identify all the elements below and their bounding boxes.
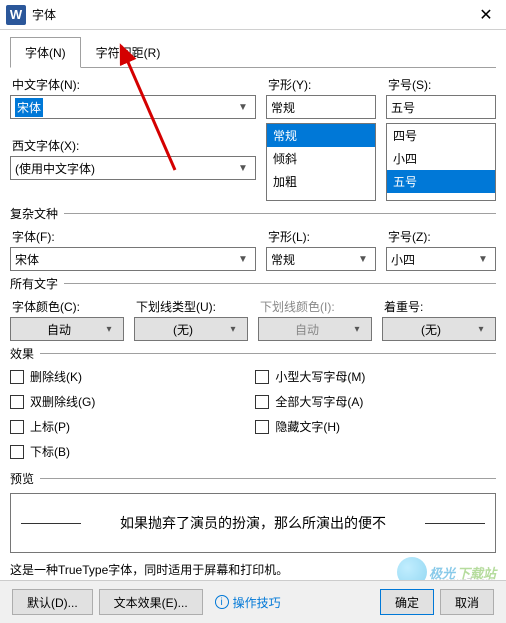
chevron-down-icon: ▾ xyxy=(473,324,489,335)
checkbox-smallcaps[interactable]: 小型大写字母(M) xyxy=(255,368,365,385)
checkbox-box xyxy=(255,395,269,409)
cancel-button[interactable]: 取消 xyxy=(440,589,494,615)
window-title: 字体 xyxy=(32,6,466,23)
chinese-font-combo[interactable]: 宋体 ▼ xyxy=(10,95,256,119)
list-item[interactable]: 倾斜 xyxy=(267,147,375,170)
western-font-label: 西文字体(X): xyxy=(12,137,256,154)
complex-style-value: 常规 xyxy=(271,251,295,268)
checkbox-box xyxy=(10,370,24,384)
preview-box: 如果抛弃了演员的扮演，那么所演出的便不 xyxy=(10,493,496,553)
western-font-combo[interactable]: (使用中文字体) ▼ xyxy=(10,156,256,180)
western-font-value: (使用中文字体) xyxy=(15,160,95,177)
style-label: 字形(Y): xyxy=(268,76,376,93)
chevron-down-icon: ▼ xyxy=(235,163,251,174)
style-input[interactable]: 常规 xyxy=(266,95,376,119)
checkbox-label: 双删除线(G) xyxy=(30,393,95,410)
chevron-down-icon: ▼ xyxy=(235,254,251,265)
font-color-label: 字体颜色(C): xyxy=(12,298,124,315)
text-effects-button[interactable]: 文本效果(E)... xyxy=(99,589,203,615)
checkbox-label: 下标(B) xyxy=(30,443,70,460)
complex-style-label: 字形(L): xyxy=(268,228,376,245)
list-item[interactable]: 五号 xyxy=(387,170,495,193)
checkbox-strike[interactable]: 删除线(K) xyxy=(10,368,95,385)
list-item[interactable]: 小四 xyxy=(387,147,495,170)
checkbox-dblstrike[interactable]: 双删除线(G) xyxy=(10,393,95,410)
underline-type-label: 下划线类型(U): xyxy=(136,298,248,315)
chevron-down-icon: ▾ xyxy=(101,324,117,335)
size-value: 五号 xyxy=(391,99,415,116)
complex-size-combo[interactable]: 小四 ▼ xyxy=(386,247,496,271)
complex-legend: 复杂文种 xyxy=(10,205,58,222)
chinese-font-value: 宋体 xyxy=(15,98,43,117)
checkbox-sub[interactable]: 下标(B) xyxy=(10,443,95,460)
complex-font-value: 宋体 xyxy=(15,251,39,268)
tab-font[interactable]: 字体(N) xyxy=(10,37,81,68)
underline-color-label: 下划线颜色(I): xyxy=(260,298,372,315)
checkbox-box xyxy=(255,420,269,434)
preview-text: 如果抛弃了演员的扮演，那么所演出的便不 xyxy=(120,513,386,533)
app-icon: W xyxy=(6,5,26,25)
emphasis-label: 着重号: xyxy=(384,298,496,315)
checkbox-label: 全部大写字母(A) xyxy=(275,393,363,410)
checkbox-label: 上标(P) xyxy=(30,418,70,435)
effects-legend: 效果 xyxy=(10,345,34,362)
checkbox-box xyxy=(10,395,24,409)
size-input[interactable]: 五号 xyxy=(386,95,496,119)
default-button[interactable]: 默认(D)... xyxy=(12,589,93,615)
complex-size-label: 字号(Z): xyxy=(388,228,496,245)
tab-bar: 字体(N) 字符间距(R) xyxy=(10,36,496,68)
all-text-legend: 所有文字 xyxy=(10,275,58,292)
checkbox-box xyxy=(10,420,24,434)
checkbox-hidden[interactable]: 隐藏文字(H) xyxy=(255,418,365,435)
font-color-dropdown[interactable]: 自动 ▾ xyxy=(10,317,124,341)
size-listbox[interactable]: 四号 小四 五号 xyxy=(386,123,496,201)
complex-font-label: 字体(F): xyxy=(12,228,256,245)
preview-legend: 预览 xyxy=(10,470,34,487)
underline-type-dropdown[interactable]: (无) ▾ xyxy=(134,317,248,341)
font-description: 这是一种TrueType字体，同时适用于屏幕和打印机。 xyxy=(10,561,496,578)
list-item[interactable]: 四号 xyxy=(387,124,495,147)
checkbox-label: 删除线(K) xyxy=(30,368,82,385)
chevron-down-icon: ▼ xyxy=(475,254,491,265)
list-item[interactable]: 加粗 xyxy=(267,170,375,193)
underline-color-dropdown: 自动 ▾ xyxy=(258,317,372,341)
checkbox-label: 隐藏文字(H) xyxy=(275,418,340,435)
style-value: 常规 xyxy=(271,99,295,116)
tips-label: 操作技巧 xyxy=(233,594,281,611)
chevron-down-icon: ▾ xyxy=(349,324,365,335)
font-color-value: 自动 xyxy=(17,321,101,338)
chevron-down-icon: ▾ xyxy=(225,324,241,335)
checkbox-super[interactable]: 上标(P) xyxy=(10,418,95,435)
checkbox-allcaps[interactable]: 全部大写字母(A) xyxy=(255,393,365,410)
info-icon: i xyxy=(215,595,229,609)
style-listbox[interactable]: 常规 倾斜 加粗 xyxy=(266,123,376,201)
list-item[interactable]: 常规 xyxy=(267,124,375,147)
ok-button[interactable]: 确定 xyxy=(380,589,434,615)
chevron-down-icon: ▼ xyxy=(235,102,251,113)
complex-style-combo[interactable]: 常规 ▼ xyxy=(266,247,376,271)
emphasis-value: (无) xyxy=(389,321,473,338)
chevron-down-icon: ▼ xyxy=(355,254,371,265)
chinese-font-label: 中文字体(N): xyxy=(12,76,256,93)
close-button[interactable]: ✕ xyxy=(466,0,506,30)
checkbox-label: 小型大写字母(M) xyxy=(275,368,365,385)
emphasis-dropdown[interactable]: (无) ▾ xyxy=(382,317,496,341)
checkbox-box xyxy=(10,445,24,459)
size-label: 字号(S): xyxy=(388,76,496,93)
complex-size-value: 小四 xyxy=(391,251,415,268)
tab-spacing[interactable]: 字符间距(R) xyxy=(81,37,176,68)
complex-font-combo[interactable]: 宋体 ▼ xyxy=(10,247,256,271)
underline-type-value: (无) xyxy=(141,321,225,338)
checkbox-box xyxy=(255,370,269,384)
underline-color-value: 自动 xyxy=(265,321,349,338)
tips-link[interactable]: i 操作技巧 xyxy=(215,594,281,611)
